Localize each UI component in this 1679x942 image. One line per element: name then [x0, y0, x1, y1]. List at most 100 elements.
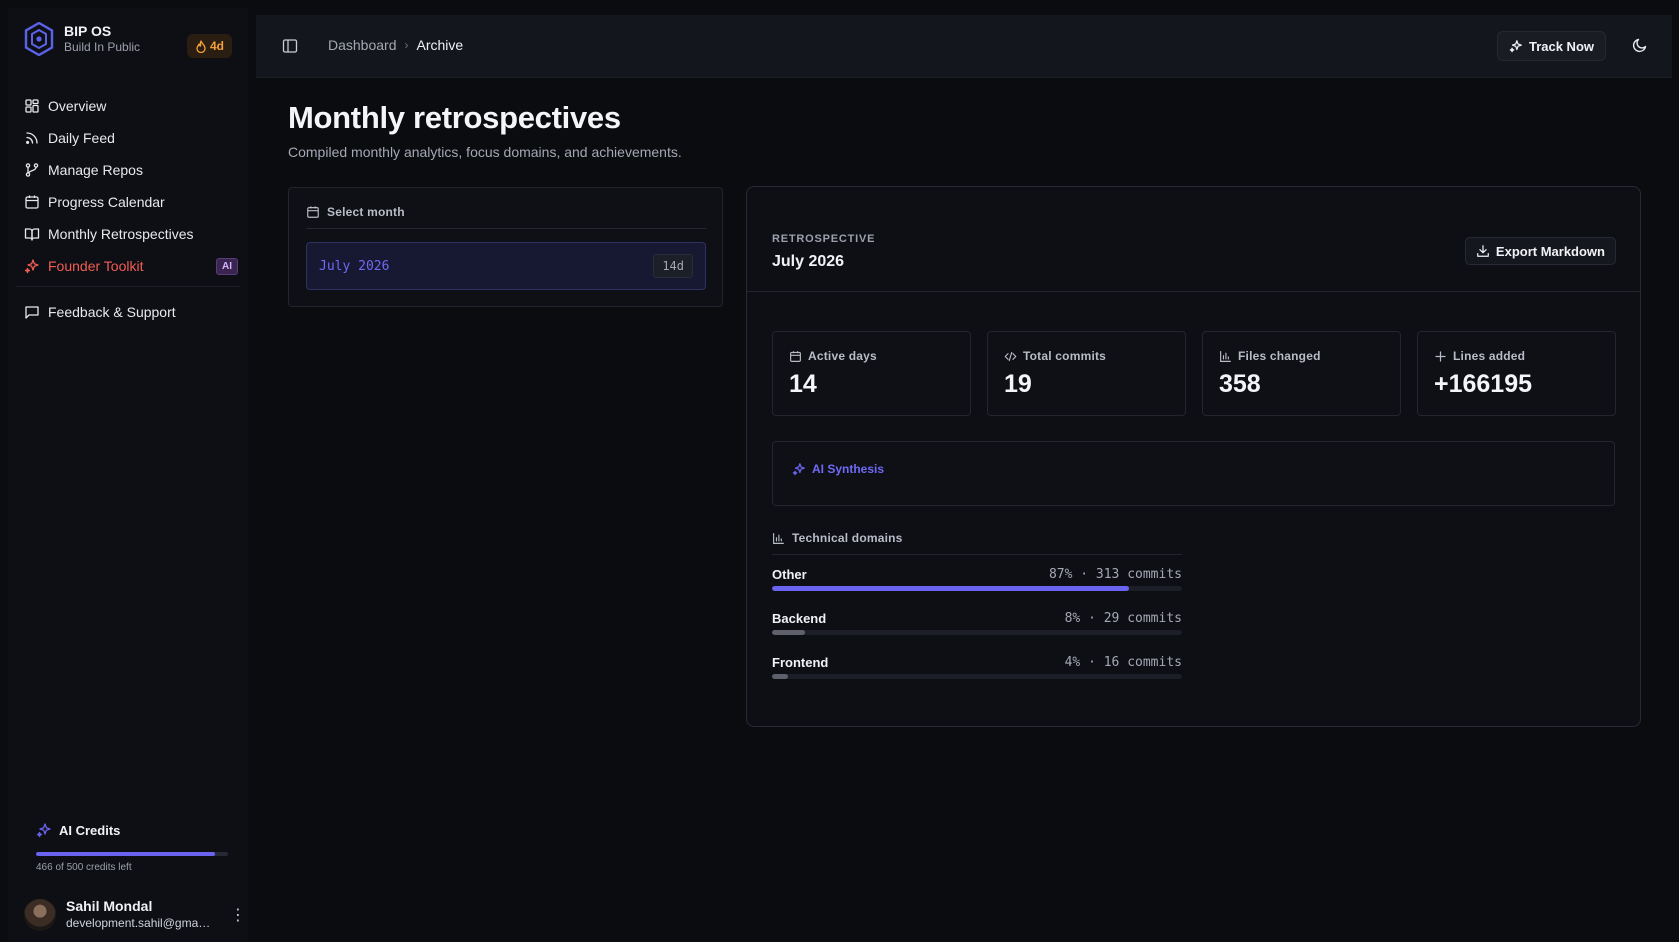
domain-row-frontend: Frontend 4% · 16 commits — [772, 655, 1182, 687]
stat-card-lines-added: Lines added +166195 — [1417, 331, 1616, 416]
page-subtitle: Compiled monthly analytics, focus domain… — [288, 144, 682, 160]
page-title: Monthly retrospectives — [288, 100, 621, 135]
breadcrumb: Dashboard › Archive — [328, 37, 463, 53]
technical-domains: Technical domains Other 87% · 313 commit… — [772, 530, 1182, 687]
ai-synthesis-box: AI Synthesis — [772, 441, 1615, 506]
sidebar-item-label: Overview — [48, 98, 107, 114]
domain-name: Backend — [772, 611, 827, 626]
technical-domains-header: Technical domains — [772, 530, 1182, 546]
sidebar-item-daily-feed[interactable]: Daily Feed — [22, 122, 240, 154]
message-square-icon — [25, 306, 39, 319]
sidebar-nav: Overview Daily Feed Manage Repos Progres… — [22, 90, 240, 282]
export-markdown-button[interactable]: Export Markdown — [1464, 237, 1616, 265]
stat-card-total-commits: Total commits 19 — [987, 331, 1186, 416]
brand-subtitle: Build In Public — [64, 40, 141, 54]
calendar-icon — [790, 350, 801, 362]
domain-progress-fill — [772, 674, 789, 679]
git-branch-icon — [25, 163, 39, 177]
ai-synthesis-title: AI Synthesis — [792, 462, 884, 476]
calendar-icon — [307, 206, 319, 218]
user-email: development.sahil@gmail.com — [66, 916, 211, 930]
month-option-days-badge: 14d — [653, 254, 693, 278]
sidebar-secondary-nav: Feedback & Support — [22, 296, 240, 328]
sidebar-item-label: Daily Feed — [48, 130, 115, 146]
sidebar-item-progress-calendar[interactable]: Progress Calendar — [22, 186, 240, 218]
breadcrumb-dashboard[interactable]: Dashboard — [328, 37, 397, 53]
domain-stats: 87% · 313 commits — [1048, 567, 1182, 582]
calendar-icon — [25, 195, 39, 209]
sidebar-divider — [16, 286, 240, 287]
stat-value: 19 — [1004, 370, 1032, 398]
month-selector-header: Select month — [306, 205, 405, 219]
domain-progress-track — [772, 630, 1182, 635]
sidebar-item-label: Founder Toolkit — [48, 258, 144, 274]
stat-value: 358 — [1219, 370, 1261, 398]
moon-icon[interactable] — [1632, 37, 1648, 53]
track-now-button[interactable]: Track Now — [1496, 31, 1606, 61]
chevron-right-icon: › — [404, 38, 409, 52]
sidebar-item-label: Monthly Retrospectives — [48, 226, 194, 242]
sidebar-item-manage-repos[interactable]: Manage Repos — [22, 154, 240, 186]
sidebar-item-label: Feedback & Support — [48, 304, 176, 320]
download-icon — [1477, 245, 1489, 257]
sidebar-item-label: Progress Calendar — [48, 194, 165, 210]
user-name: Sahil Mondal — [66, 898, 153, 914]
brand-title: BIP OS — [64, 23, 112, 39]
topbar: Dashboard › Archive Track Now — [256, 15, 1672, 78]
retrospective-card: RETROSPECTIVE July 2026 Export Markdown … — [746, 186, 1641, 727]
domain-progress-track — [772, 674, 1182, 679]
more-vertical-icon[interactable]: ⋮ — [230, 905, 246, 925]
sparkles-icon — [792, 463, 805, 476]
credits-remaining-text: 466 of 500 credits left — [36, 862, 132, 873]
stat-card-files-changed: Files changed 358 — [1202, 331, 1401, 416]
month-option-july-2026[interactable]: July 2026 14d — [306, 242, 706, 290]
sidebar-item-feedback-support[interactable]: Feedback & Support — [22, 296, 240, 328]
ai-credits: AI Credits 466 of 500 credits left — [36, 822, 228, 873]
credits-progress-bar — [36, 852, 228, 856]
flame-icon — [196, 39, 206, 53]
domain-stats: 8% · 29 commits — [1064, 611, 1182, 626]
domain-name: Other — [772, 567, 807, 582]
rss-icon — [26, 132, 38, 144]
sidebar-item-overview[interactable]: Overview — [22, 90, 240, 122]
divider — [306, 228, 706, 229]
bar-chart-icon — [773, 532, 784, 544]
domain-name: Frontend — [772, 655, 829, 670]
sidebar-toggle-icon[interactable] — [282, 38, 298, 54]
code-icon — [1004, 351, 1017, 361]
avatar — [24, 898, 56, 931]
domain-progress-fill — [772, 630, 805, 635]
sidebar-item-founder-toolkit[interactable]: Founder Toolkit AI — [22, 250, 240, 282]
credits-progress-fill — [36, 852, 215, 856]
streak-badge: 4d — [186, 34, 232, 58]
grid-icon — [25, 99, 39, 113]
ai-badge: AI — [216, 257, 238, 275]
domain-stats: 4% · 16 commits — [1064, 655, 1182, 670]
hexagon-logo-icon — [24, 22, 54, 56]
month-selector-card: Select month July 2026 14d — [288, 187, 723, 307]
stat-card-active-days: Active days 14 — [772, 331, 971, 416]
sparkles-icon — [24, 259, 39, 274]
sidebar-item-monthly-retrospectives[interactable]: Monthly Retrospectives — [22, 218, 240, 250]
domain-row-backend: Backend 8% · 29 commits — [772, 611, 1182, 643]
stat-value: 14 — [789, 370, 817, 398]
domain-progress-track — [772, 586, 1182, 591]
user-profile[interactable]: Sahil Mondal development.sahil@gmail.com… — [24, 898, 246, 931]
divider — [772, 554, 1182, 555]
month-option-label: July 2026 — [319, 259, 390, 274]
book-open-icon — [24, 228, 40, 241]
stat-label: Lines added — [1434, 349, 1525, 363]
divider — [747, 291, 1640, 292]
domain-row-other: Other 87% · 313 commits — [772, 567, 1182, 599]
stat-label: Total commits — [1004, 349, 1106, 363]
plus-icon — [1435, 350, 1446, 362]
stat-label: Files changed — [1219, 349, 1321, 363]
stat-value: +166195 — [1434, 370, 1533, 398]
sidebar-item-label: Manage Repos — [48, 162, 143, 178]
retrospective-label: RETROSPECTIVE — [772, 233, 876, 245]
sparkles-icon — [1509, 40, 1522, 53]
sparkles-icon — [36, 823, 51, 838]
brand[interactable]: BIP OS Build In Public — [24, 22, 140, 56]
breadcrumb-archive: Archive — [416, 37, 464, 53]
domain-progress-fill — [772, 586, 1129, 591]
